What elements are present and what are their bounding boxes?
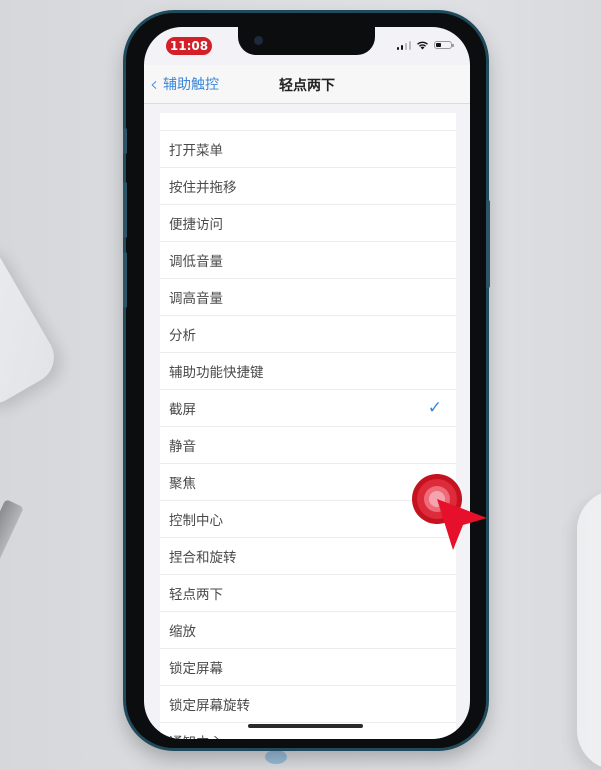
list-item-label: 辅助功能快捷键	[169, 365, 264, 381]
list-item-label: 控制中心	[169, 513, 223, 529]
list-item-label: 静音	[169, 439, 196, 455]
page-title: 轻点两下	[279, 78, 335, 94]
battery-icon	[434, 41, 454, 49]
background-pen	[0, 499, 24, 571]
list-item-label: 通知中心	[169, 731, 223, 739]
list-item-label: 分析	[169, 328, 196, 344]
list-item-label: 调高音量	[169, 291, 223, 307]
list-item[interactable]: 锁定屏幕	[160, 648, 456, 685]
list-item[interactable]: 调高音量	[160, 278, 456, 315]
list-item[interactable]: 缩放	[160, 611, 456, 648]
list-item[interactable]: 分析	[160, 315, 456, 352]
list-item-label: 打开菜单	[169, 143, 223, 159]
list-item-label: 捏合和旋转	[169, 550, 237, 566]
list-item-label: 锁定屏幕旋转	[169, 698, 250, 714]
phone-screen: 11:08 ‹ 辅助触控 轻点两下 打开菜单按住并拖移便捷访问调低音量调高音量分…	[144, 27, 470, 739]
list-item[interactable]: 静音	[160, 426, 456, 463]
background-blue-object	[265, 750, 287, 764]
volume-up-button	[123, 182, 127, 238]
list-item[interactable]: 锁定屏幕旋转	[160, 685, 456, 722]
list-item-label: 便捷访问	[169, 217, 223, 233]
list-item[interactable]: 轻点两下	[160, 574, 456, 611]
mute-switch	[123, 128, 127, 154]
list-item[interactable]: 便捷访问	[160, 204, 456, 241]
wifi-icon	[417, 41, 428, 50]
list-item[interactable]: 辅助功能快捷键	[160, 352, 456, 389]
list-item[interactable]: 打开菜单	[160, 130, 456, 167]
volume-down-button	[123, 252, 127, 308]
battery-fill	[436, 43, 441, 47]
list-item-label: 调低音量	[169, 254, 223, 270]
list-item-label: 聚焦	[169, 476, 196, 492]
status-time: 11:08	[166, 37, 212, 55]
red-pointer-cursor-icon	[412, 474, 487, 550]
navigation-bar: ‹ 辅助触控 轻点两下	[144, 65, 470, 104]
cellular-signal-icon	[396, 40, 411, 50]
status-icons	[396, 40, 454, 50]
list-item-label: 锁定屏幕	[169, 661, 223, 677]
list-item-label: 截屏	[169, 402, 196, 418]
list-item[interactable]: 按住并拖移	[160, 167, 456, 204]
list-item[interactable]: 截屏 ✓	[160, 389, 456, 426]
background-object-left	[0, 237, 64, 413]
notch	[238, 27, 375, 55]
list-item-label: 缩放	[169, 624, 196, 640]
checkmark-icon: ✓	[427, 398, 442, 418]
action-list: 打开菜单按住并拖移便捷访问调低音量调高音量分析辅助功能快捷键 截屏 ✓ 静音聚焦控制中…	[160, 113, 456, 739]
list-item-label: 轻点两下	[169, 587, 223, 603]
home-indicator[interactable]	[248, 724, 363, 728]
front-camera	[254, 36, 263, 45]
list-item[interactable]	[160, 113, 456, 130]
list-item[interactable]: 调低音量	[160, 241, 456, 278]
power-button	[486, 200, 490, 288]
list-item-label: 按住并拖移	[169, 180, 237, 196]
background-object-right	[577, 490, 601, 770]
